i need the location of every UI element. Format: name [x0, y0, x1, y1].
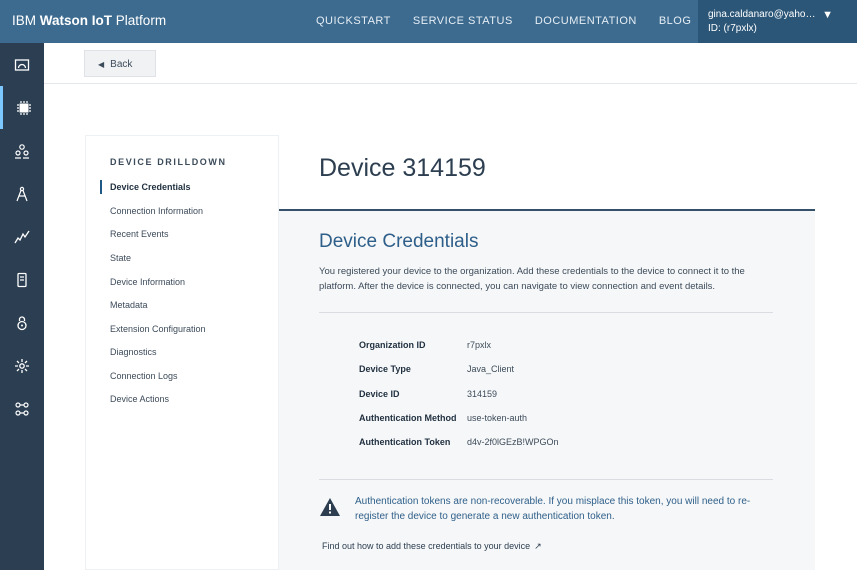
learn-more-label: Find out how to add these credentials to… [322, 541, 531, 551]
nav-recent-events[interactable]: Recent Events [100, 227, 169, 241]
credential-value: 314159 [467, 389, 498, 399]
icon-rail [0, 43, 44, 570]
credential-label: Authentication Token [359, 437, 451, 447]
credential-value: Java_Client [467, 364, 515, 374]
back-button[interactable]: ◀ Back [84, 50, 156, 77]
nav-extension-configuration[interactable]: Extension Configuration [100, 322, 206, 336]
rail-analytics[interactable] [0, 215, 44, 258]
credential-value: d4v-2f0lGEzB!WPGOn [467, 437, 559, 447]
token-warning: Authentication tokens are non-recoverabl… [355, 496, 751, 522]
divider [319, 312, 773, 313]
warning-icon [320, 498, 340, 516]
credential-label: Device ID [359, 389, 400, 399]
rail-dashboard[interactable] [0, 43, 44, 86]
credential-value: use-token-auth [467, 413, 528, 423]
nav-documentation[interactable]: DOCUMENTATION [535, 15, 637, 27]
brand-logo[interactable]: IBM Watson IoT Platform [12, 13, 166, 28]
caret-down-icon[interactable]: ▼ [822, 9, 833, 21]
rail-members[interactable] [0, 129, 44, 172]
nav-blog[interactable]: BLOG [659, 15, 692, 27]
learn-more-link[interactable]: Find out how to add these credentials to… [322, 541, 542, 552]
credential-label: Organization ID [359, 340, 426, 350]
rail-rules[interactable] [0, 172, 44, 215]
security-icon [17, 315, 27, 330]
brand-platform: Platform [115, 13, 167, 28]
device-header: Device 314159 [279, 135, 815, 211]
rail-settings[interactable] [0, 344, 44, 387]
dashboard-icon [14, 58, 30, 71]
page-title: Device 314159 [319, 154, 486, 182]
apps-icon [17, 272, 27, 287]
rail-devices[interactable] [0, 86, 44, 129]
gear-icon [15, 358, 29, 373]
nav-connection-information[interactable]: Connection Information [100, 204, 203, 218]
chevron-left-icon: ◀ [98, 60, 105, 69]
rules-icon [16, 186, 28, 201]
nav-diagnostics[interactable]: Diagnostics [100, 345, 157, 359]
nav-connection-logs[interactable]: Connection Logs [100, 369, 178, 383]
top-nav: QUICKSTART SERVICE STATUS DOCUMENTATION … [316, 15, 713, 27]
device-drilldown-nav: DEVICE DRILLDOWN Device Credentials Conn… [85, 135, 279, 570]
nav-service-status[interactable]: SERVICE STATUS [413, 15, 513, 27]
nav-state[interactable]: State [100, 251, 131, 265]
nav-device-actions[interactable]: Device Actions [100, 392, 169, 406]
members-icon [15, 143, 29, 159]
main-panel: Device 314159 Device Credentials You reg… [279, 135, 815, 570]
extensions-icon [15, 401, 29, 416]
back-bar: ◀ Back [44, 43, 857, 84]
credential-label: Authentication Method [359, 413, 457, 423]
brand-ibm: IBM [12, 13, 37, 28]
credential-value: r7pxlx [467, 340, 492, 350]
nav-quickstart[interactable]: QUICKSTART [316, 15, 391, 27]
nav-device-credentials[interactable]: Device Credentials [100, 180, 191, 194]
devices-icon [16, 100, 31, 115]
nav-metadata[interactable]: Metadata [100, 298, 148, 312]
divider [319, 479, 773, 480]
rail-security[interactable] [0, 301, 44, 344]
user-org-id: ID: (r7pxlx) [708, 23, 757, 34]
back-label: Back [110, 59, 133, 70]
user-menu[interactable]: gina.caldanaro@yahoo.com ID: (r7pxlx) ▼ [698, 0, 857, 43]
nav-device-information[interactable]: Device Information [100, 275, 185, 289]
drilldown-title: DEVICE DRILLDOWN [110, 157, 227, 167]
external-link-icon: ↗ [534, 541, 542, 551]
brand-watson: Watson IoT [39, 13, 113, 28]
rail-extensions[interactable] [0, 387, 44, 430]
section-title: Device Credentials [319, 231, 479, 252]
credential-label: Device Type [359, 364, 411, 374]
top-bar: IBM Watson IoT Platform QUICKSTART SERVI… [0, 0, 857, 43]
rail-apps[interactable] [0, 258, 44, 301]
user-email: gina.caldanaro@yahoo.com [708, 9, 816, 20]
section-description: You registered your device to the organi… [319, 266, 745, 292]
analytics-icon [14, 230, 30, 243]
